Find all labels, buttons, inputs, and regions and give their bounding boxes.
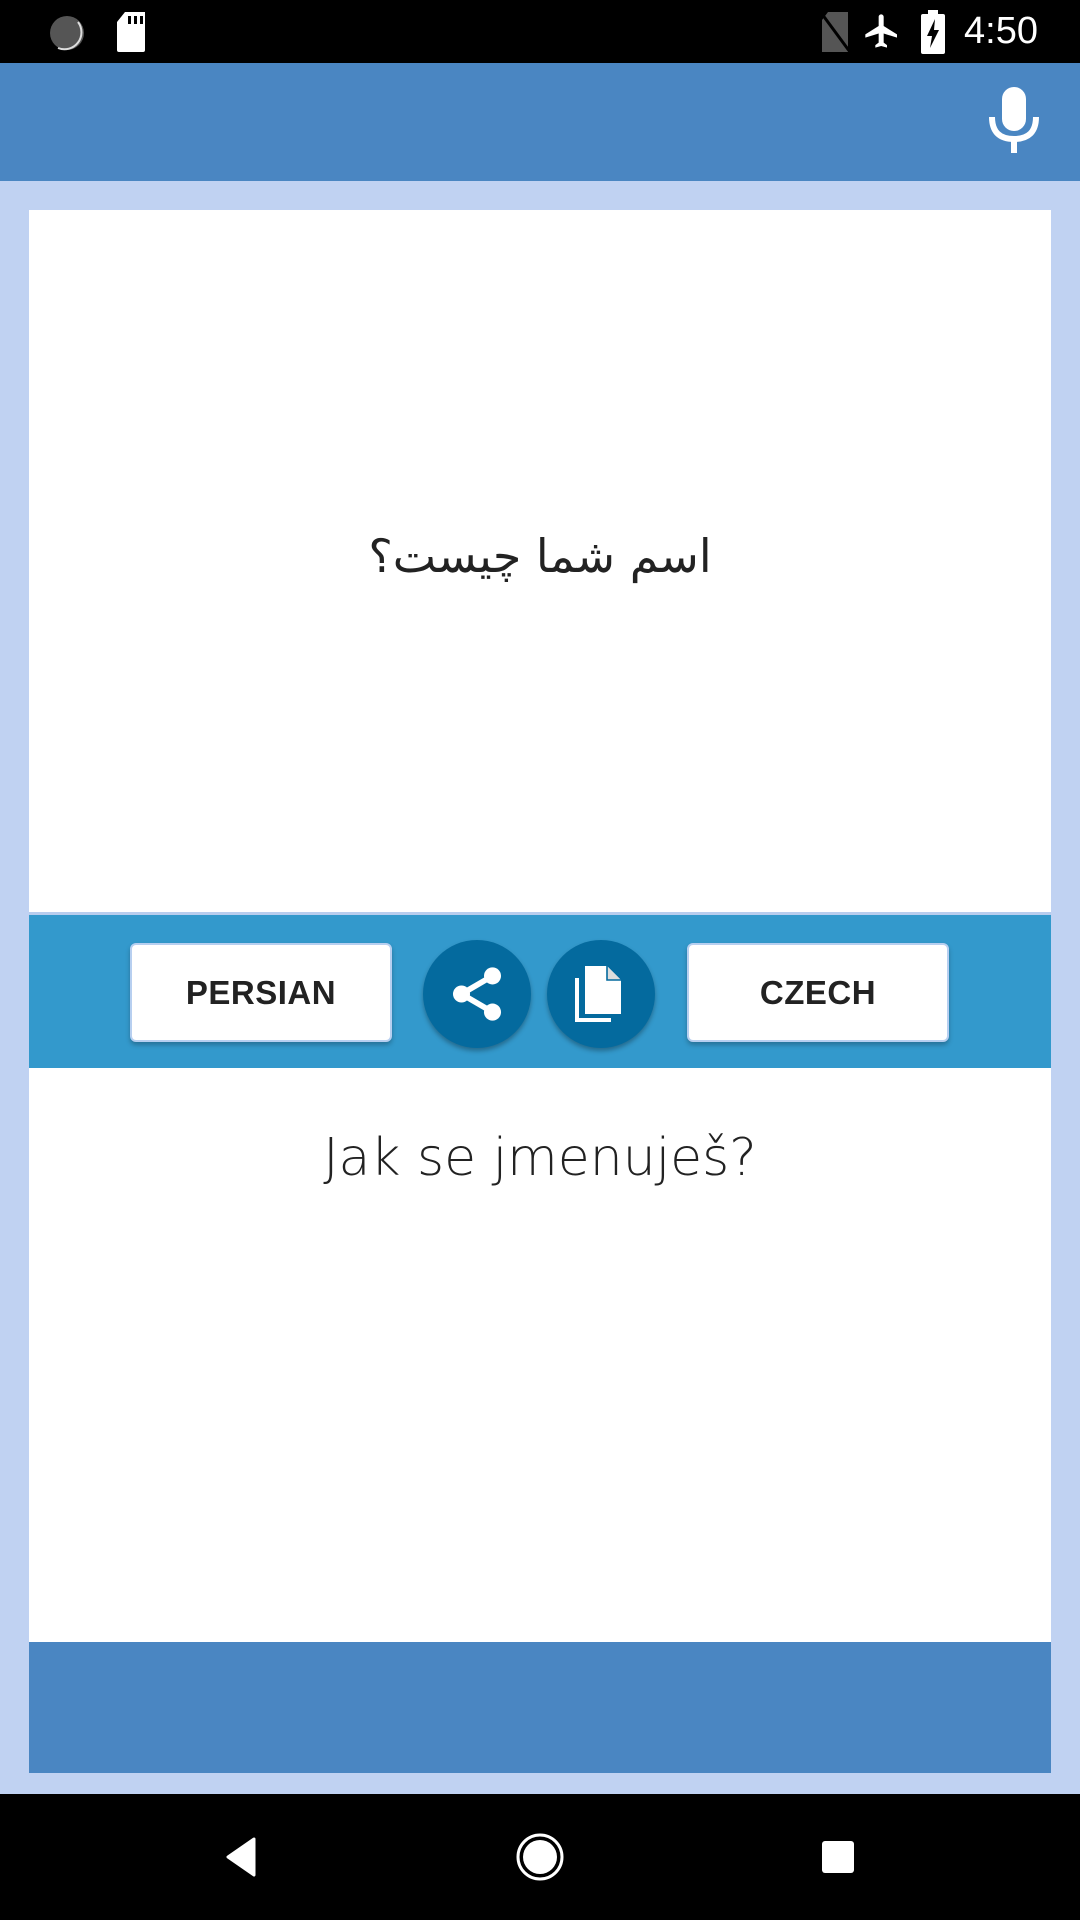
sd-card-icon [117, 12, 145, 52]
no-sim-icon [820, 12, 852, 52]
back-icon [226, 1837, 256, 1877]
airplane-mode-icon [865, 14, 897, 48]
target-language-button[interactable]: CZECH [687, 943, 949, 1042]
status-bar: 4:50 [0, 0, 1080, 63]
microphone-icon [989, 87, 1039, 153]
back-button[interactable] [211, 1827, 271, 1887]
source-language-button[interactable]: PERSIAN [130, 943, 392, 1042]
share-button[interactable] [423, 940, 531, 1048]
copy-icon [575, 966, 621, 1022]
app-bar [0, 63, 1080, 181]
copy-button[interactable] [547, 940, 655, 1048]
clock: 4:50 [964, 10, 1038, 52]
language-toolbar: PERSIAN CZECH [29, 912, 1051, 1068]
source-text: اسم شما چیست؟ [368, 529, 712, 583]
home-button[interactable] [510, 1827, 570, 1887]
recents-button[interactable] [808, 1827, 868, 1887]
banner-area [29, 1642, 1051, 1773]
share-icon [452, 967, 502, 1021]
navigation-bar [0, 1794, 1080, 1920]
source-text-panel[interactable]: اسم شما چیست؟ [29, 210, 1051, 912]
battery-charging-icon [921, 10, 945, 54]
sync-icon [50, 16, 84, 51]
microphone-button[interactable] [976, 83, 1052, 159]
recents-icon [822, 1841, 854, 1873]
home-icon [516, 1833, 564, 1881]
translated-text: Jak se jmenuješ? [323, 1128, 757, 1188]
target-text-panel[interactable]: Jak se jmenuješ? [29, 1068, 1051, 1642]
